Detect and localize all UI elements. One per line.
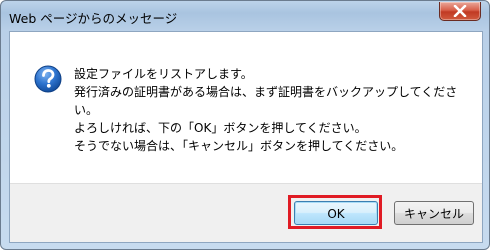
message-dialog: Web ページからのメッセージ 設定ファイルをリストアします。 発行済みの証明書… <box>0 0 490 250</box>
button-bar: OK キャンセル <box>10 183 482 242</box>
window-title: Web ページからのメッセージ <box>9 11 178 26</box>
title-bar[interactable]: Web ページからのメッセージ <box>1 1 489 31</box>
dialog-content: 設定ファイルをリストアします。 発行済みの証明書がある場合は、まず証明書をバック… <box>9 31 483 243</box>
ok-button[interactable]: OK <box>294 201 378 225</box>
question-icon <box>34 65 62 93</box>
message-line: 発行済みの証明書がある場合は、まず証明書をバックアップしてくださ <box>74 85 458 99</box>
close-icon <box>453 5 467 17</box>
message-line: 設定ファイルをリストアします。 <box>74 67 253 81</box>
message-line: い。 <box>74 103 99 117</box>
dialog-message: 設定ファイルをリストアします。 発行済みの証明書がある場合は、まず証明書をバック… <box>74 65 474 155</box>
cancel-button[interactable]: キャンセル <box>394 201 474 225</box>
message-line: よろしければ、下の「OK」ボタンを押してください。 <box>74 121 367 135</box>
close-button[interactable] <box>439 2 481 21</box>
message-line: そうでない場合は、「キャンセル」ボタンを押してください。 <box>74 139 404 153</box>
